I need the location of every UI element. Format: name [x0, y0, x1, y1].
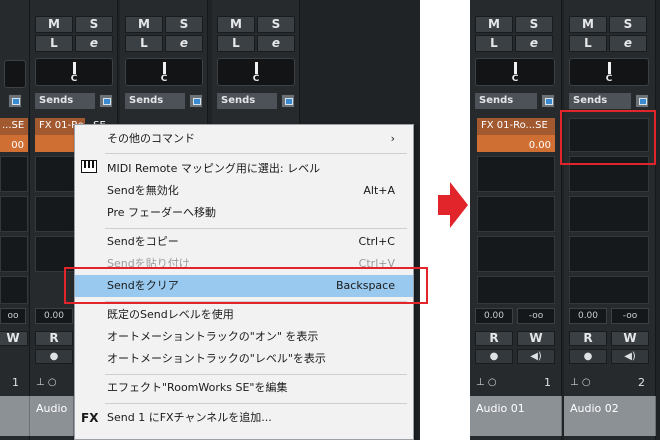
empty-send-slot[interactable] [569, 276, 649, 304]
pan-value-partial[interactable]: oo [0, 308, 26, 324]
menu-item-disable-send[interactable]: Sendを無効化 Alt+A [75, 180, 413, 202]
mute-button[interactable]: M [569, 16, 607, 33]
pan-control[interactable]: C [569, 58, 649, 86]
sends-monitor-icon[interactable] [189, 94, 203, 108]
menu-item-edit-effect[interactable]: エフェクト"RoomWorks SE"を編集 [75, 377, 413, 399]
channel-number: 1 [12, 376, 19, 389]
input-routing-icon[interactable]: ⊥ ○ [476, 377, 497, 388]
monitor-speaker-icon[interactable]: ◀) [517, 349, 555, 364]
pan-control[interactable]: C [125, 58, 203, 86]
menu-item-default-send-level[interactable]: 既定のSendレベルを使用 [75, 304, 413, 326]
channel-number: 2 [638, 376, 645, 389]
empty-send-slot[interactable] [477, 156, 555, 192]
channel-strip-2: M S L e C Sends 0.00 -oo R W ● ◀) ⊥ ○ 2 … [564, 0, 656, 440]
volume-value[interactable]: 0.00 [475, 308, 513, 324]
menu-item-show-automation-on[interactable]: オートメーショントラックの"オン" を表示 [75, 326, 413, 348]
mute-button[interactable]: M [125, 16, 163, 33]
input-routing-icon[interactable]: ⊥ ○ [570, 377, 591, 388]
solo-button[interactable]: S [257, 16, 295, 33]
record-enable-icon[interactable]: ● [569, 349, 607, 364]
listen-button[interactable]: L [35, 35, 73, 52]
menu-item-add-fx-channel[interactable]: FX Send 1 にFXチャンネルを追加... [75, 407, 413, 429]
highlight-box-cleared-slot [560, 110, 656, 165]
pan-value[interactable]: -oo [611, 308, 649, 324]
sends-header[interactable]: Sends [569, 93, 631, 109]
channel-name[interactable]: Audio 02 [564, 396, 656, 436]
read-button[interactable]: R [475, 331, 513, 346]
sends-monitor-icon[interactable] [8, 94, 22, 108]
solo-button[interactable]: S [515, 16, 553, 33]
record-enable-icon[interactable]: ● [475, 349, 513, 364]
empty-send-slot[interactable] [0, 196, 28, 232]
record-enable-icon[interactable]: ● [35, 349, 73, 364]
channel-strip-1: M S L e C Sends FX 01-Ro...SE 0.00 0.00 … [470, 0, 562, 440]
volume-value[interactable]: 0.00 [569, 308, 607, 324]
mixer-after-panel: M S L e C Sends FX 01-Ro...SE 0.00 0.00 … [470, 0, 660, 440]
empty-send-slot[interactable] [477, 236, 555, 272]
read-button[interactable]: R [569, 331, 607, 346]
read-button[interactable]: R [35, 331, 73, 346]
edit-button[interactable]: e [515, 35, 553, 52]
sends-monitor-icon[interactable] [281, 94, 295, 108]
pan-control[interactable]: C [217, 58, 295, 86]
sends-header[interactable]: Sends [125, 93, 185, 109]
mute-button[interactable]: M [475, 16, 513, 33]
mute-button[interactable]: M [35, 16, 73, 33]
sends-header[interactable]: Sends [217, 93, 277, 109]
empty-send-slot[interactable] [477, 196, 555, 232]
write-button[interactable]: W [611, 331, 649, 346]
empty-send-slot[interactable] [0, 156, 28, 192]
empty-send-slot[interactable] [569, 236, 649, 272]
listen-button[interactable]: L [125, 35, 163, 52]
sends-header[interactable]: Sends [35, 93, 95, 109]
menu-item-copy-send[interactable]: Sendをコピー Ctrl+C [75, 231, 413, 253]
listen-button[interactable]: L [217, 35, 255, 52]
midi-keyboard-icon [81, 158, 97, 180]
edit-button[interactable]: e [75, 35, 113, 52]
fx-icon: FX [81, 411, 99, 425]
send-slot[interactable]: ...SE 00 [0, 118, 28, 152]
edit-button[interactable]: e [257, 35, 295, 52]
menu-item-move-pre-fader[interactable]: Pre フェーダーへ移動 [75, 202, 413, 224]
arrow-right-icon [438, 182, 468, 228]
monitor-speaker-icon[interactable]: ◀) [611, 349, 649, 364]
channel-name[interactable] [0, 396, 30, 436]
channel-number: 1 [544, 376, 551, 389]
menu-item-show-automation-level[interactable]: オートメーショントラックの"レベル"を表示 [75, 348, 413, 370]
sends-header[interactable]: Sends [475, 93, 537, 109]
channel-name[interactable]: Audio 01 [470, 396, 562, 436]
solo-button[interactable]: S [75, 16, 113, 33]
pan-value[interactable]: -oo [517, 308, 555, 324]
mute-button[interactable]: M [217, 16, 255, 33]
pan-control[interactable]: C [475, 58, 555, 86]
send-slot-fx01[interactable]: FX 01-Ro...SE 0.00 [477, 118, 555, 152]
write-button[interactable]: W [517, 331, 555, 346]
input-routing-icon[interactable]: ⊥ ○ [36, 377, 57, 388]
chevron-right-icon: › [390, 132, 395, 145]
pan-control[interactable] [4, 60, 26, 88]
menu-item-midi-remote[interactable]: MIDI Remote マッピング用に選出: レベル [75, 158, 413, 180]
empty-send-slot[interactable] [477, 276, 555, 304]
edit-button[interactable]: e [609, 35, 647, 52]
menu-item-other-commands[interactable]: その他のコマンド › [75, 128, 413, 150]
solo-button[interactable]: S [165, 16, 203, 33]
volume-value[interactable]: 0.00 [35, 308, 73, 324]
channel-name[interactable]: Audio [30, 396, 74, 436]
pan-control[interactable]: C [35, 58, 113, 86]
sends-monitor-icon[interactable] [541, 94, 555, 108]
edit-button[interactable]: e [165, 35, 203, 52]
sends-monitor-icon[interactable] [99, 94, 113, 108]
channel-strip-partial: ...SE 00 W [0, 0, 30, 440]
sends-monitor-icon[interactable] [635, 94, 649, 108]
highlight-box-clear-send [64, 267, 428, 304]
empty-send-slot[interactable] [569, 196, 649, 232]
solo-button[interactable]: S [609, 16, 647, 33]
empty-send-slot[interactable] [0, 236, 28, 272]
listen-button[interactable]: L [475, 35, 513, 52]
empty-send-slot[interactable] [0, 276, 28, 304]
listen-button[interactable]: L [569, 35, 607, 52]
write-button[interactable]: W [0, 331, 28, 346]
